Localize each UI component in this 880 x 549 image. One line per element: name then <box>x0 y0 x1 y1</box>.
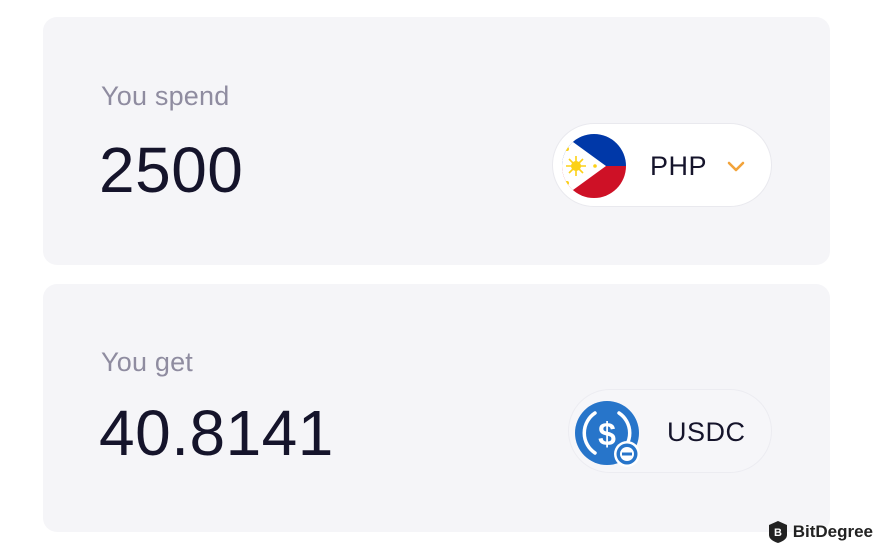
spend-currency-code: PHP <box>650 151 708 181</box>
philippines-flag-icon <box>562 134 626 198</box>
spend-amount-input[interactable]: 2500 <box>99 133 243 207</box>
spend-label: You spend <box>101 81 230 111</box>
get-label: You get <box>101 347 193 377</box>
svg-text:B: B <box>774 527 782 539</box>
bitdegree-logo-icon: B <box>768 521 787 543</box>
exchange-widget: You spend 2500 PHP You get 40.8141 $ USD… <box>0 0 880 549</box>
get-currency-selector[interactable]: $ USDC <box>568 389 772 473</box>
chevron-down-icon <box>727 161 745 172</box>
get-amount-value: 40.8141 <box>99 397 334 469</box>
spend-card: You spend 2500 PHP <box>43 17 830 265</box>
get-card: You get 40.8141 $ USDC <box>43 284 830 532</box>
svg-text:$: $ <box>598 416 616 452</box>
usdc-coin-icon: $ <box>575 401 640 467</box>
get-currency-code: USDC <box>667 417 746 447</box>
spend-currency-selector[interactable]: PHP <box>552 123 772 207</box>
bitdegree-watermark: B BitDegree <box>767 520 873 544</box>
watermark-text: BitDegree <box>792 522 873 541</box>
